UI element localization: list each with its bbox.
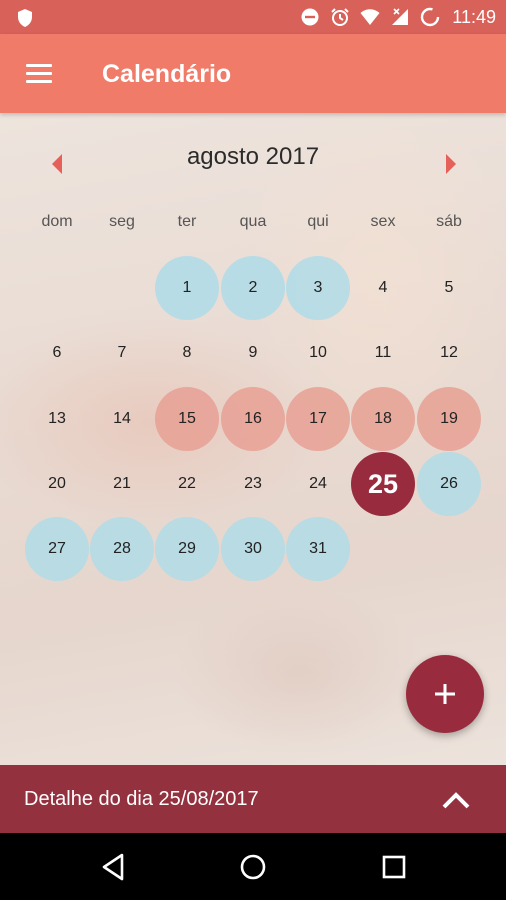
- system-nav-bar: [0, 833, 506, 900]
- weekday-label: ter: [177, 213, 197, 230]
- calendar-day-27[interactable]: 27: [25, 517, 89, 581]
- calendar-day-22[interactable]: 22: [155, 452, 219, 516]
- month-title: agosto 2017: [186, 143, 320, 170]
- weekday-label: sex: [370, 213, 396, 230]
- calendar-day-8[interactable]: 8: [155, 321, 219, 385]
- chevron-up-icon[interactable]: [438, 785, 474, 813]
- calendar-day-1[interactable]: 1: [155, 256, 219, 320]
- alarm-icon: [331, 8, 349, 26]
- calendar-day-29[interactable]: 29: [155, 517, 219, 581]
- calendar-day-2[interactable]: 2: [221, 256, 285, 320]
- calendar-day-14[interactable]: 14: [90, 387, 154, 451]
- weekday-header: dom seg ter qua qui sex sáb: [0, 209, 506, 239]
- day-grid: 1 2 3 4 5 6 7 8 9 10 11 12 13 14 15 16 17 18 19 20 21 22 23 24 2…: [0, 256, 506, 586]
- calendar-day-17[interactable]: 17: [286, 387, 350, 451]
- day-detail-bar[interactable]: Detalhe do dia 25/08/2017: [0, 765, 506, 833]
- calendar-day-9[interactable]: 9: [221, 321, 285, 385]
- day-detail-label: Detalhe do dia 25/08/2017: [24, 788, 259, 810]
- calendar-view: agosto 2017 dom seg ter qua qui sex sáb …: [0, 113, 506, 765]
- weekday-label: qui: [307, 213, 329, 230]
- calendar-day-28[interactable]: 28: [90, 517, 154, 581]
- wifi-icon: [360, 9, 380, 25]
- calendar-day-21[interactable]: 21: [90, 452, 154, 516]
- home-icon[interactable]: [237, 851, 269, 883]
- calendar-day-12[interactable]: 12: [417, 321, 481, 385]
- back-icon[interactable]: [98, 851, 130, 883]
- calendar-day-30[interactable]: 30: [221, 517, 285, 581]
- app-bar: Calendário: [0, 34, 506, 113]
- calendar-day-6[interactable]: 6: [25, 321, 89, 385]
- battery-icon: [421, 7, 440, 27]
- weekday-label: qua: [239, 213, 267, 230]
- calendar-day-15[interactable]: 15: [155, 387, 219, 451]
- shield-icon: [18, 9, 32, 27]
- calendar-day-23[interactable]: 23: [221, 452, 285, 516]
- weekday-label: sáb: [436, 213, 462, 230]
- add-icon: [435, 684, 455, 704]
- status-time: 11:49: [452, 6, 496, 27]
- next-month-icon[interactable]: [436, 149, 466, 179]
- calendar-day-31[interactable]: 31: [286, 517, 350, 581]
- status-bar: 11:49: [0, 0, 506, 34]
- add-button[interactable]: [406, 655, 484, 733]
- calendar-day-18[interactable]: 18: [351, 387, 415, 451]
- signal-icon: [392, 8, 409, 25]
- app-title: Calendário: [102, 60, 232, 88]
- calendar-day-26[interactable]: 26: [417, 452, 481, 516]
- calendar-day-3[interactable]: 3: [286, 256, 350, 320]
- calendar-day-24[interactable]: 24: [286, 452, 350, 516]
- calendar-day-11[interactable]: 11: [351, 321, 415, 385]
- calendar-day-19[interactable]: 19: [417, 387, 481, 451]
- weekday-label: dom: [41, 213, 73, 230]
- calendar-day-4[interactable]: 4: [351, 256, 415, 320]
- calendar-day-10[interactable]: 10: [286, 321, 350, 385]
- recents-icon[interactable]: [378, 851, 410, 883]
- calendar-day-16[interactable]: 16: [221, 387, 285, 451]
- calendar-day-13[interactable]: 13: [25, 387, 89, 451]
- calendar-day-25[interactable]: 25: [351, 452, 415, 516]
- calendar-day-20[interactable]: 20: [25, 452, 89, 516]
- menu-icon[interactable]: [18, 56, 58, 92]
- calendar-day-7[interactable]: 7: [90, 321, 154, 385]
- calendar-day-5[interactable]: 5: [417, 256, 481, 320]
- do-not-disturb-icon: [301, 8, 319, 26]
- weekday-label: seg: [109, 213, 135, 230]
